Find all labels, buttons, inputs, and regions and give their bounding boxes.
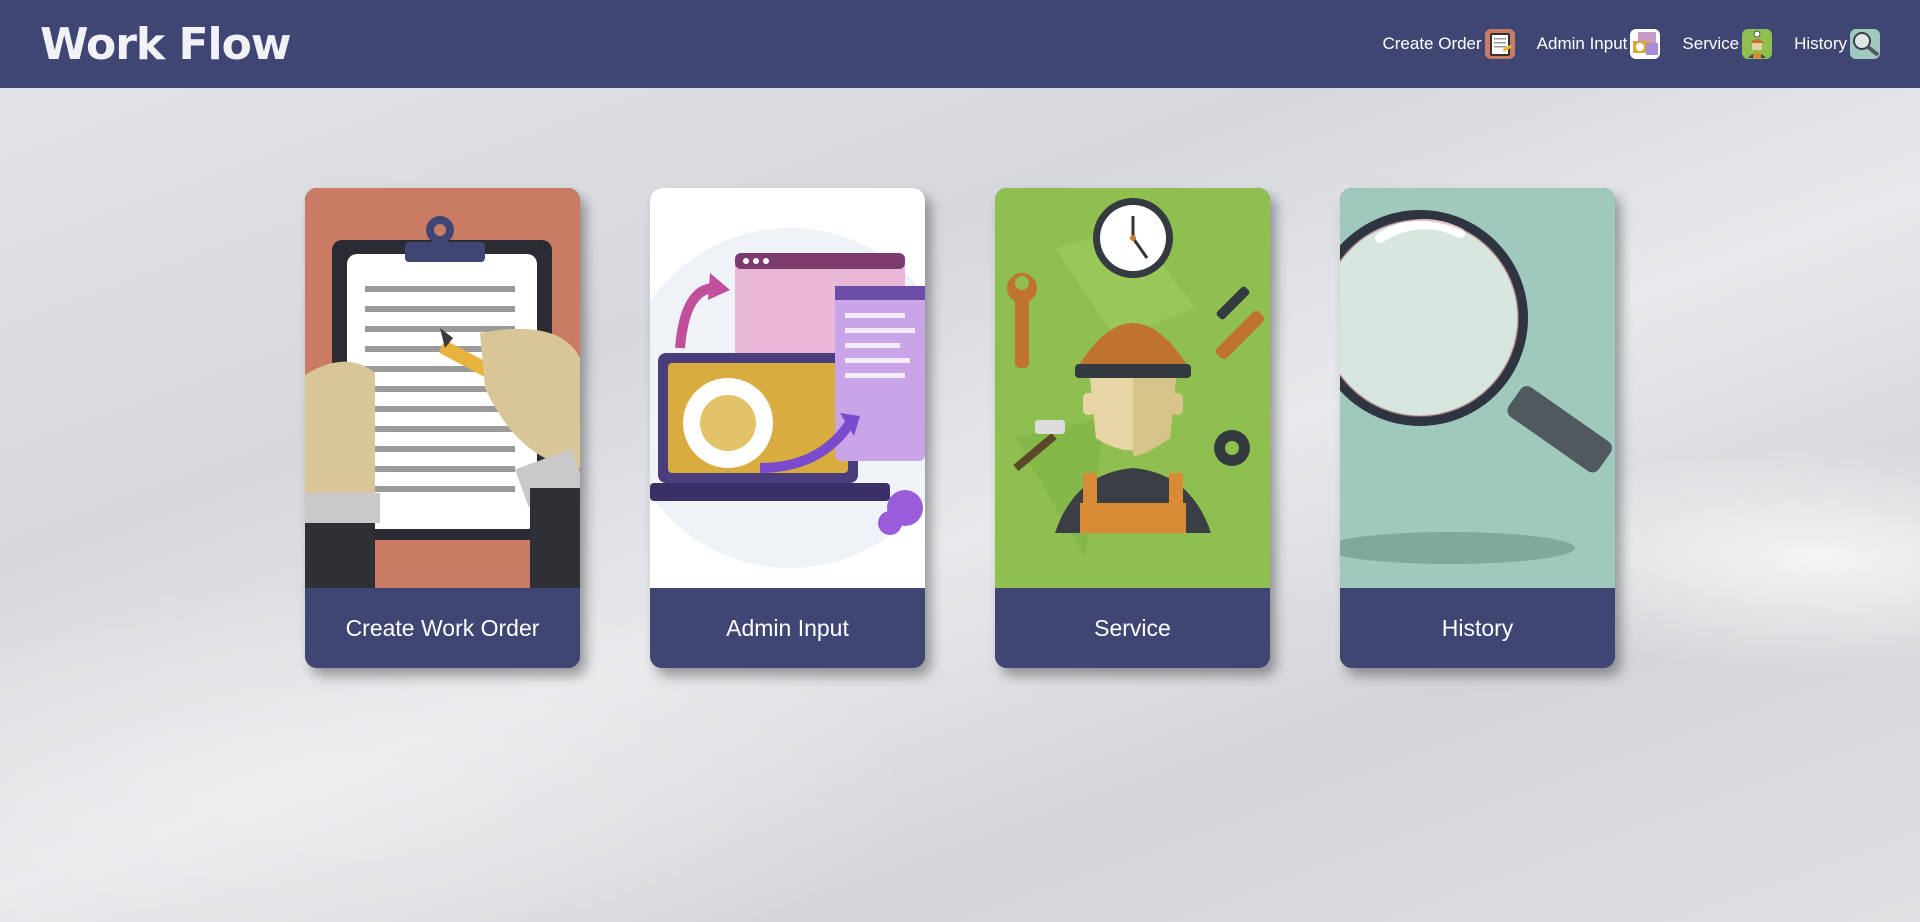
nav-admin-input[interactable]: Admin Input <box>1537 29 1661 59</box>
clipboard-icon <box>1484 29 1515 59</box>
nav-create-order[interactable]: Create Order <box>1382 29 1515 59</box>
nav-history-label: History <box>1794 34 1847 53</box>
nav-history[interactable]: History <box>1794 29 1880 59</box>
magnifier-illustration <box>1340 188 1615 588</box>
card-grid: Create Work Order Admin Input Service Hi… <box>305 188 1615 668</box>
card-service-label: Service <box>995 588 1270 668</box>
magnifier-icon <box>1850 29 1880 59</box>
card-service[interactable]: Service <box>995 188 1270 668</box>
nav-service[interactable]: Service <box>1682 29 1773 59</box>
nav-admin-input-label: Admin Input <box>1536 34 1628 53</box>
card-admin-input-label: Admin Input <box>650 588 925 668</box>
technician-icon <box>1742 29 1773 59</box>
card-history[interactable]: History <box>1340 188 1615 668</box>
card-history-label: History <box>1340 588 1615 668</box>
admin-screens-icon <box>1630 29 1661 59</box>
admin-dashboard-illustration <box>650 188 925 588</box>
clipboard-illustration <box>305 188 580 588</box>
top-nav: Create Order Admin Input Service History <box>1382 29 1880 59</box>
card-admin-input[interactable]: Admin Input <box>650 188 925 668</box>
app-title: Work Flow <box>40 18 291 70</box>
card-create-work-order[interactable]: Create Work Order <box>305 188 580 668</box>
top-bar: Work Flow Create Order Admin Input Servi… <box>0 0 1920 88</box>
card-create-work-order-label: Create Work Order <box>305 588 580 668</box>
nav-create-order-label: Create Order <box>1382 34 1482 53</box>
nav-service-label: Service <box>1682 34 1740 53</box>
technician-illustration <box>995 188 1270 588</box>
